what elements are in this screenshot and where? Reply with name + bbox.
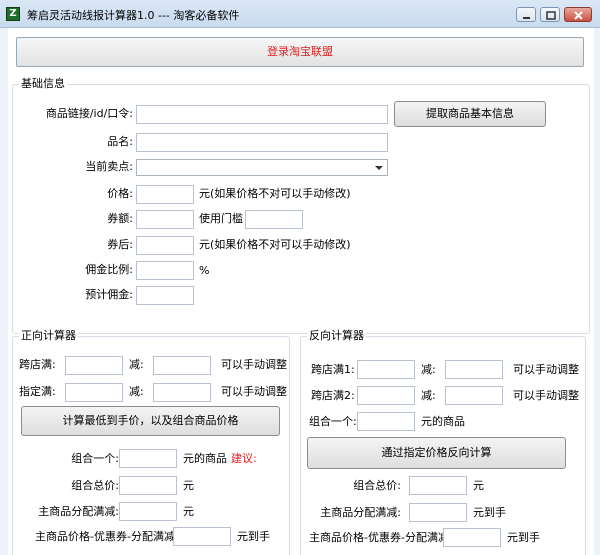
basic-info-title: 基础信息	[19, 77, 67, 90]
product-name-input[interactable]	[136, 133, 388, 152]
cross-store2-manual-hint: 可以手动调整	[513, 389, 579, 402]
reverse-calc-title: 反向计算器	[307, 329, 366, 342]
window-title: 筹启灵活动线报计算器1.0 --- 淘客必备软件	[27, 9, 240, 22]
link-input[interactable]	[136, 105, 388, 124]
maximize-icon	[546, 11, 556, 20]
commission-ratio-label: 佣金比例:	[85, 263, 133, 276]
combo-total-input[interactable]	[119, 476, 177, 495]
main-alloc-label: 主商品分配满减:	[38, 505, 119, 518]
close-button[interactable]	[564, 7, 592, 22]
designated-minus-label: 减:	[129, 385, 144, 398]
designated-store-input[interactable]	[65, 383, 123, 402]
threshold-input[interactable]	[245, 210, 303, 229]
designated-minus-input[interactable]	[153, 383, 211, 402]
maximize-button[interactable]	[540, 7, 560, 22]
price-label: 价格:	[107, 187, 133, 200]
reverse-main-final-label: 主商品价格-优惠券-分配满减=	[309, 531, 459, 544]
reverse-main-final-unit: 元到手	[507, 531, 540, 544]
after-coupon-hint: 元(如果价格不对可以手动修改)	[199, 238, 351, 251]
reverse-combo-total-unit: 元	[473, 479, 484, 492]
main-final-label: 主商品价格-优惠券-分配满减=	[35, 530, 185, 543]
combo-unit-label: 元的商品	[183, 452, 227, 465]
forward-calculate-button[interactable]: 计算最低到手价，以及组合商品价格	[21, 406, 280, 436]
estimated-commission-label: 预计佣金:	[85, 288, 133, 301]
basic-info-group: 基础信息 商品链接/id/口令: 提取商品基本信息 品名: 当前卖点: 价格: …	[12, 78, 590, 334]
login-taobao-union-button[interactable]: 登录淘宝联盟	[16, 37, 584, 67]
cross-store1-input[interactable]	[357, 360, 415, 379]
combo-one-label: 组合一个:	[71, 452, 119, 465]
price-input[interactable]	[136, 185, 194, 204]
cross-store-input[interactable]	[65, 356, 123, 375]
coupon-label: 券额:	[107, 212, 133, 225]
suggest-label: 建议:	[231, 452, 257, 465]
reverse-combo-total-input[interactable]	[409, 476, 467, 495]
cross-store2-minus-input[interactable]	[445, 386, 503, 405]
forward-calc-title: 正向计算器	[19, 329, 78, 342]
cross-store1-manual-hint: 可以手动调整	[513, 363, 579, 376]
combo-one-input[interactable]	[119, 449, 177, 468]
minimize-button[interactable]	[516, 7, 536, 22]
app-logo-icon: Z	[6, 7, 20, 21]
cross-store2-minus-label: 减:	[421, 389, 436, 402]
cross-store-label: 跨店满:	[19, 358, 56, 371]
main-window-content: 登录淘宝联盟 基础信息 商品链接/id/口令: 提取商品基本信息 品名: 当前卖…	[8, 28, 594, 555]
combo-total-label: 组合总价:	[71, 479, 119, 492]
selling-point-select[interactable]	[136, 159, 388, 176]
close-icon	[574, 11, 583, 20]
reverse-main-alloc-unit: 元到手	[473, 506, 506, 519]
commission-ratio-input[interactable]	[136, 261, 194, 280]
fetch-product-button[interactable]: 提取商品基本信息	[394, 101, 546, 127]
designated-store-label: 指定满:	[19, 385, 56, 398]
main-final-input[interactable]	[173, 527, 231, 546]
main-alloc-input[interactable]	[119, 502, 177, 521]
cross-store2-label: 跨店满2:	[311, 389, 355, 402]
cross-store1-label: 跨店满1:	[311, 363, 355, 376]
reverse-combo-unit: 元的商品	[421, 415, 465, 428]
reverse-main-final-input[interactable]	[443, 528, 501, 547]
reverse-calculator-group: 反向计算器 跨店满1: 减: 可以手动调整 跨店满2: 减: 可以手动调整 组合…	[300, 330, 586, 555]
title-bar: Z 筹启灵活动线报计算器1.0 --- 淘客必备软件	[0, 0, 600, 28]
cross-store1-minus-input[interactable]	[445, 360, 503, 379]
reverse-main-alloc-label: 主商品分配满减:	[320, 506, 401, 519]
threshold-label: 使用门槛	[199, 212, 243, 225]
selling-point-label: 当前卖点:	[85, 160, 133, 173]
name-label: 品名:	[107, 135, 133, 148]
combo-total-unit: 元	[183, 479, 194, 492]
minimize-icon	[523, 17, 530, 19]
link-label: 商品链接/id/口令:	[45, 107, 133, 120]
chevron-down-icon	[375, 166, 383, 170]
designated-manual-hint: 可以手动调整	[221, 385, 287, 398]
forward-calculator-group: 正向计算器 跨店满: 减: 可以手动调整 指定满: 减: 可以手动调整 计算最低…	[12, 330, 290, 555]
cross-store1-minus-label: 减:	[421, 363, 436, 376]
cross-store-minus-label: 减:	[129, 358, 144, 371]
cross-store-manual-hint: 可以手动调整	[221, 358, 287, 371]
reverse-combo-total-label: 组合总价:	[353, 479, 401, 492]
coupon-input[interactable]	[136, 210, 194, 229]
price-hint: 元(如果价格不对可以手动修改)	[199, 187, 351, 200]
reverse-combo-one-label: 组合一个:	[309, 415, 357, 428]
reverse-main-alloc-input[interactable]	[409, 503, 467, 522]
cross-store-minus-input[interactable]	[153, 356, 211, 375]
after-coupon-label: 券后:	[107, 238, 133, 251]
cross-store2-input[interactable]	[357, 386, 415, 405]
reverse-calculate-button[interactable]: 通过指定价格反向计算	[307, 437, 566, 469]
percent-sign: %	[199, 264, 210, 277]
reverse-combo-one-input[interactable]	[357, 412, 415, 431]
after-coupon-input[interactable]	[136, 236, 194, 255]
main-alloc-unit: 元	[183, 505, 194, 518]
estimated-commission-input[interactable]	[136, 286, 194, 305]
main-final-unit: 元到手	[237, 530, 270, 543]
